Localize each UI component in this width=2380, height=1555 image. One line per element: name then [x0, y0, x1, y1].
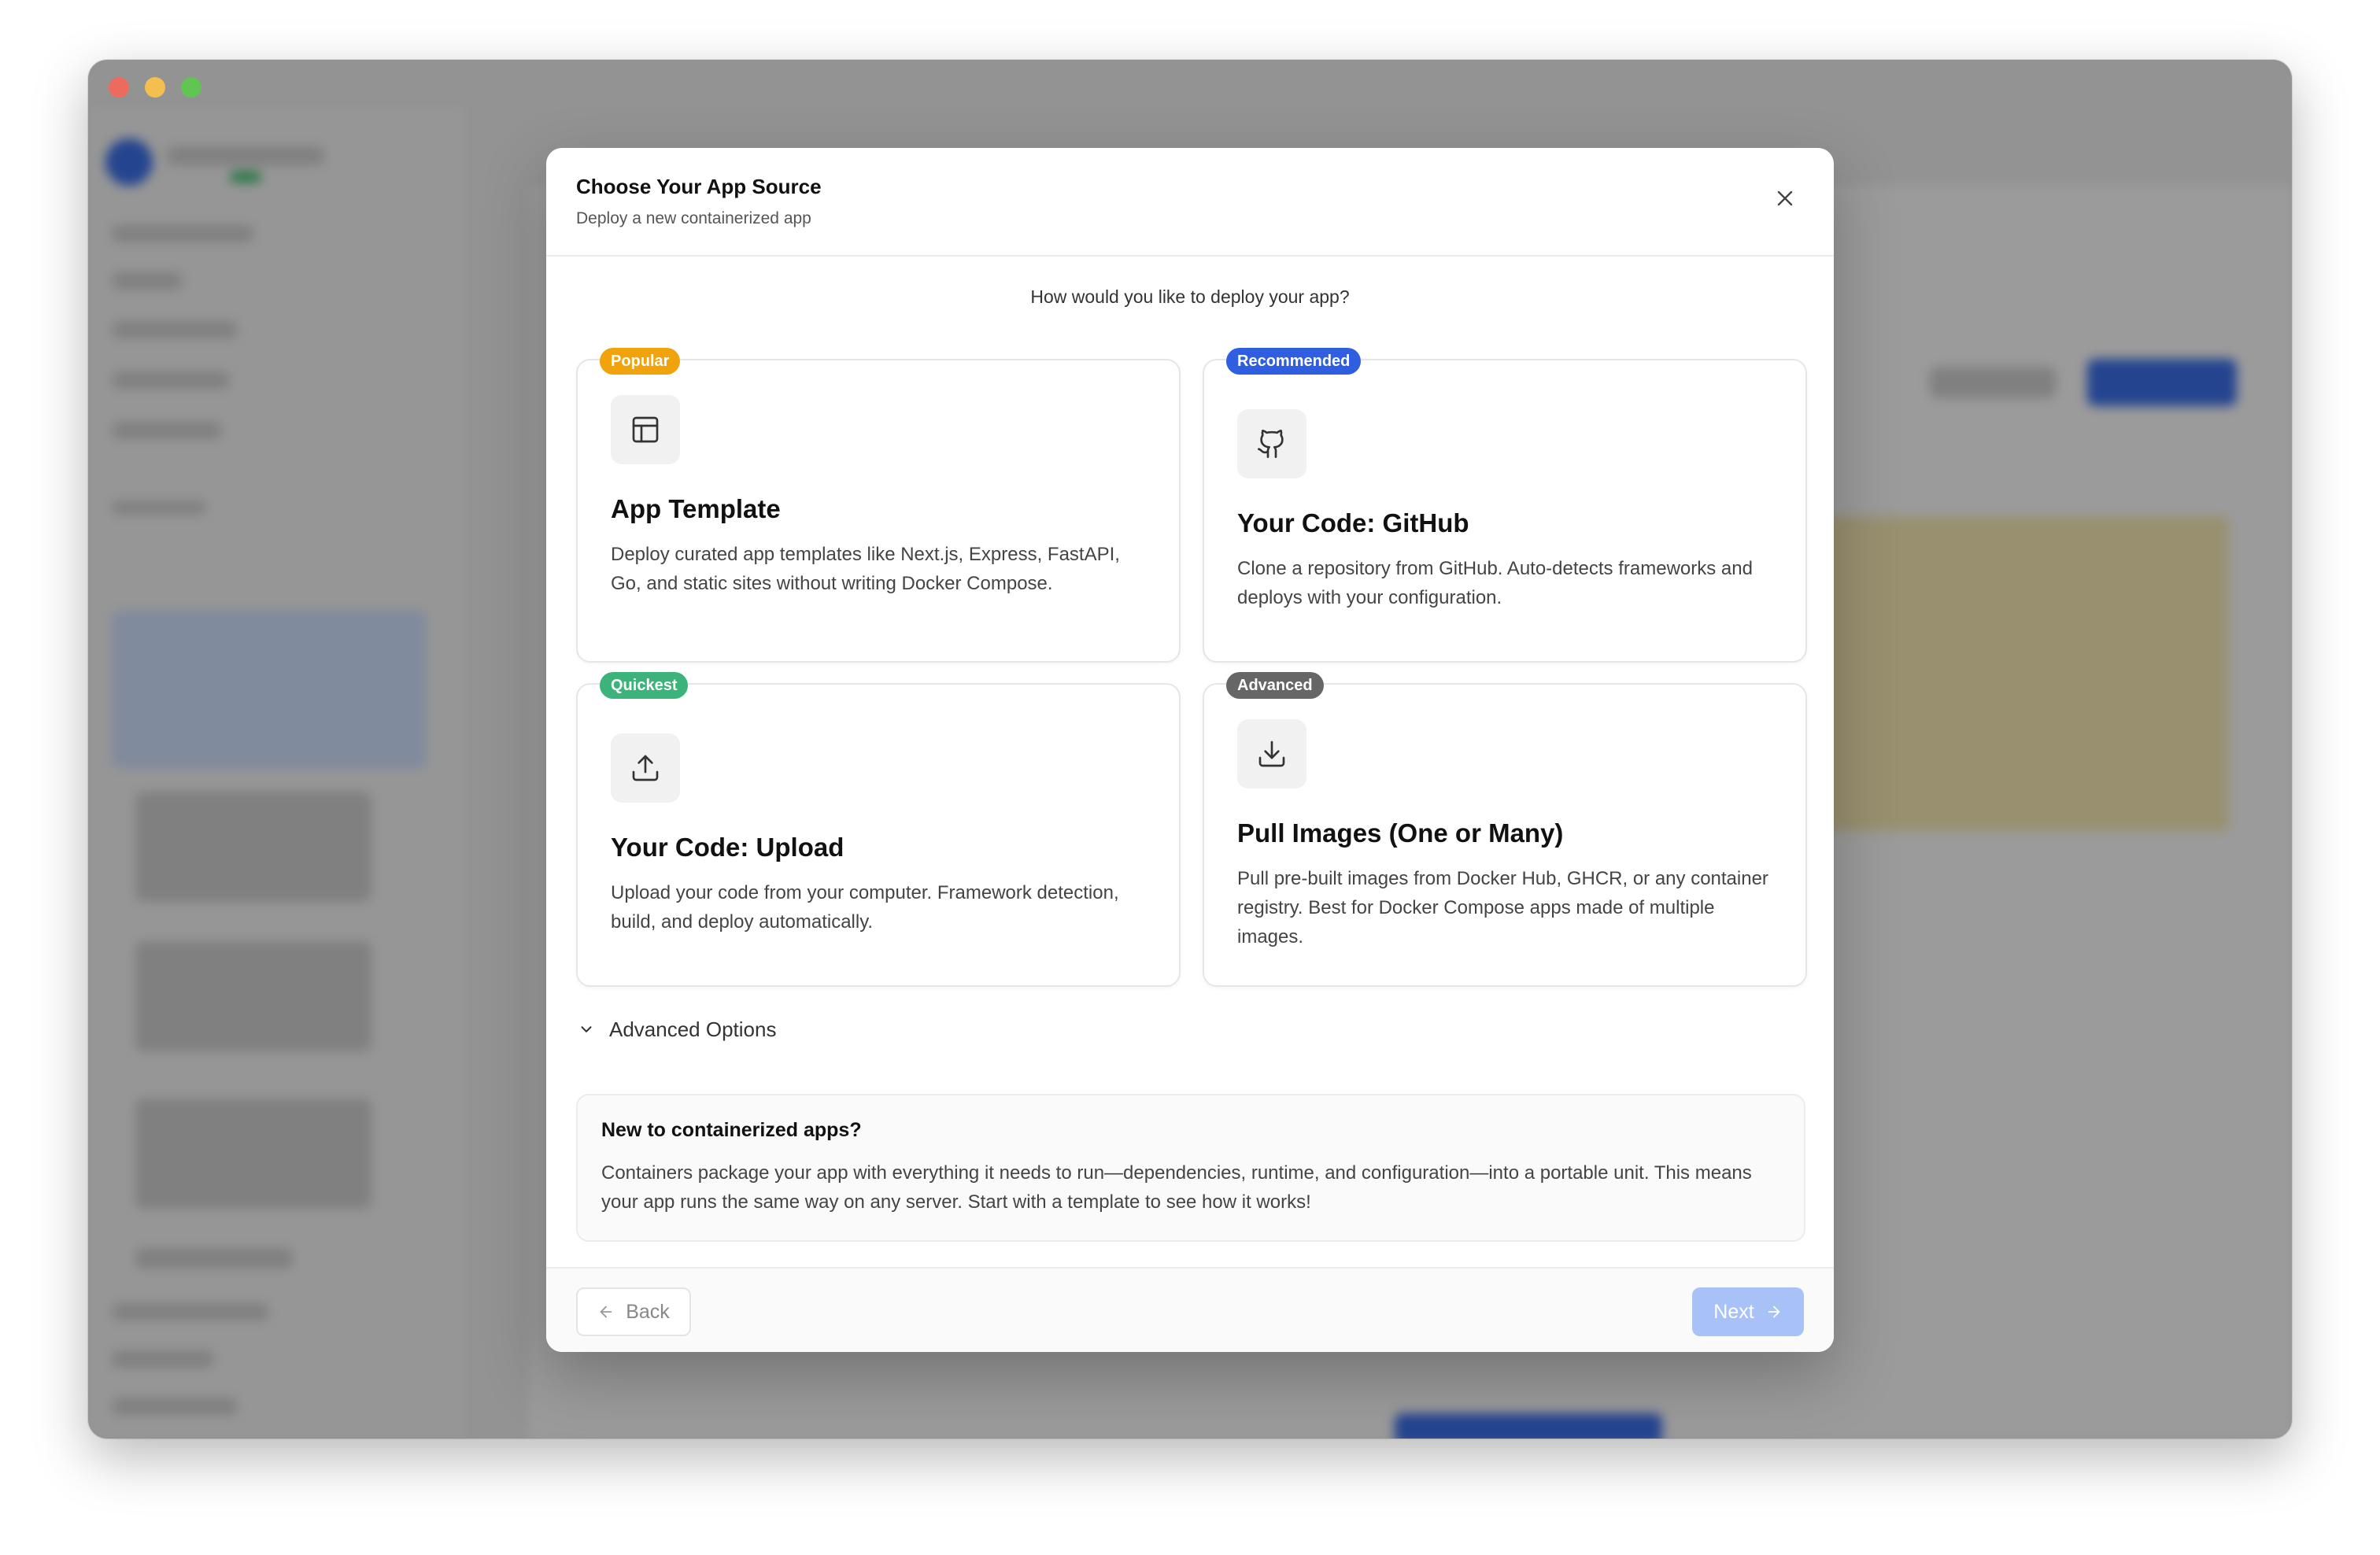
dialog-title: Choose Your App Source — [576, 175, 822, 198]
close-icon — [1777, 190, 1793, 206]
download-icon — [1258, 741, 1285, 767]
github-icon-box — [1237, 409, 1306, 478]
dialog-header: Choose Your App Source Deploy a new cont… — [546, 148, 1834, 257]
upload-icon-box — [611, 733, 680, 803]
app-template-icon-box — [611, 395, 680, 464]
pull-images-description: Pull pre-built images from Docker Hub, G… — [1237, 868, 1768, 947]
layout-template-icon — [632, 416, 659, 443]
app-template-title: App Template — [611, 494, 781, 523]
back-button[interactable]: Back — [576, 1287, 691, 1336]
option-card-github[interactable]: Recommended Your Code: GitHub Clone a re… — [1203, 348, 1807, 663]
github-title: Your Code: GitHub — [1237, 508, 1469, 537]
app-template-description: Deploy curated app templates like Next.j… — [611, 544, 1120, 594]
info-title: New to containerized apps? — [601, 1119, 862, 1141]
arrow-left-icon — [600, 1306, 612, 1318]
next-label: Next — [1713, 1300, 1754, 1323]
chevron-down-icon — [581, 1026, 592, 1032]
dialog-footer: Back Next — [546, 1267, 1834, 1352]
containers-info-box: New to containerized apps? Containers pa… — [576, 1094, 1805, 1242]
info-text: Containers package your app with everyth… — [601, 1162, 1752, 1213]
download-icon-box — [1237, 719, 1306, 789]
advanced-options-toggle[interactable]: Advanced Options — [578, 1014, 776, 1045]
quickest-badge: Quickest — [600, 672, 689, 699]
choose-app-source-dialog: Choose Your App Source Deploy a new cont… — [546, 148, 1834, 1352]
recommended-badge: Recommended — [1226, 348, 1362, 375]
advanced-badge: Advanced — [1226, 672, 1324, 699]
close-window-button[interactable] — [109, 77, 129, 98]
close-dialog-button[interactable] — [1768, 181, 1802, 216]
next-button[interactable]: Next — [1692, 1287, 1804, 1336]
advanced-options-label: Advanced Options — [609, 1017, 777, 1041]
back-label: Back — [626, 1300, 670, 1323]
option-card-app-template[interactable]: Popular App Template Deploy curated app … — [576, 348, 1181, 663]
arrow-right-icon — [1768, 1306, 1780, 1318]
popular-badge: Popular — [600, 348, 681, 375]
minimize-window-button[interactable] — [145, 77, 165, 98]
dialog-subtitle: Deploy a new containerized app — [576, 209, 811, 227]
option-card-upload[interactable]: Quickest Your Code: Upload Upload your c… — [576, 672, 1181, 987]
option-card-pull-images[interactable]: Advanced Pull Images (One or Many) Pull … — [1203, 672, 1807, 987]
github-description: Clone a repository from GitHub. Auto-det… — [1237, 558, 1753, 608]
upload-icon — [632, 755, 659, 781]
zoom-window-button[interactable] — [181, 77, 201, 98]
upload-description: Upload your code from your computer. Fra… — [611, 882, 1119, 933]
pull-images-title: Pull Images (One or Many) — [1237, 818, 1564, 848]
upload-title: Your Code: Upload — [611, 833, 844, 862]
deploy-question: How would you like to deploy your app? — [1030, 286, 1350, 307]
github-icon — [1258, 430, 1284, 458]
